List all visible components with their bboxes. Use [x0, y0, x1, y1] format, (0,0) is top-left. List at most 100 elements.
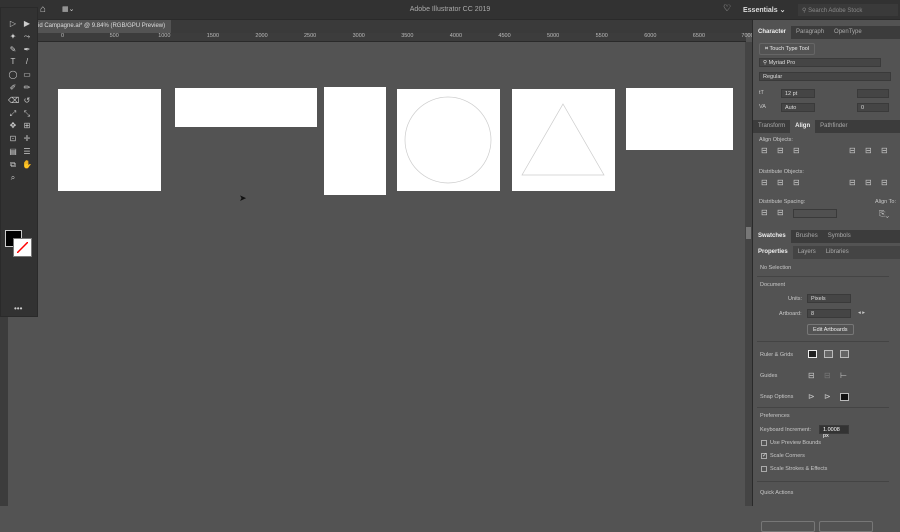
- tool-icon[interactable]: ◯: [8, 70, 18, 80]
- artboard-nav-arrows[interactable]: ◂ ▸: [858, 310, 865, 316]
- tab-paragraph[interactable]: Paragraph: [791, 26, 829, 39]
- tool-icon[interactable]: ✋: [22, 160, 32, 170]
- snap-to-point-icon[interactable]: ⊳: [808, 392, 815, 401]
- artboard-5[interactable]: [512, 89, 615, 191]
- tool-icon[interactable]: ✦: [8, 32, 18, 42]
- ruler-tick-label: 4500: [498, 33, 511, 39]
- artboard-4[interactable]: [397, 89, 500, 191]
- font-size-field[interactable]: 12 pt: [781, 89, 815, 98]
- keyboard-increment-field[interactable]: 1.0008 px: [819, 425, 849, 439]
- tab-character[interactable]: Character: [753, 26, 792, 39]
- align-button-icon[interactable]: ⊟: [777, 178, 784, 187]
- smart-guides-icon[interactable]: ⊢: [840, 371, 847, 380]
- tool-icon[interactable]: ✐: [8, 83, 18, 93]
- lightbulb-icon[interactable]: ♡: [723, 3, 731, 14]
- tool-icon[interactable]: ↺: [22, 96, 32, 106]
- artboard-select[interactable]: 8: [807, 309, 851, 318]
- tool-icon[interactable]: ⊞: [22, 121, 32, 131]
- units-select[interactable]: Pixels: [807, 294, 851, 303]
- tool-icon[interactable]: ⌕: [8, 173, 18, 183]
- tab-pathfinder[interactable]: Pathfinder: [815, 120, 852, 133]
- font-family-select[interactable]: ⚲ Myriad Pro: [759, 58, 881, 67]
- align-button-icon[interactable]: ⊟: [881, 178, 888, 187]
- guides-show-icon[interactable]: ⊟: [808, 371, 815, 380]
- keyboard-increment-value: 1.0008 px: [823, 427, 840, 439]
- artboard-2[interactable]: [175, 88, 317, 127]
- spacing-field[interactable]: [793, 209, 837, 218]
- snap-to-grid-icon[interactable]: ⊳: [824, 392, 831, 401]
- rulers-toggle-icon[interactable]: [808, 350, 817, 358]
- font-style-select[interactable]: Regular: [759, 72, 891, 81]
- tool-icon[interactable]: ▷: [8, 19, 18, 29]
- tab-brushes[interactable]: Brushes: [791, 230, 823, 243]
- align-button-icon[interactable]: ⊟: [761, 178, 768, 187]
- tab-layers[interactable]: Layers: [793, 246, 821, 259]
- tool-icon[interactable]: ⤢: [8, 109, 18, 119]
- tool-icon[interactable]: T: [8, 57, 18, 67]
- tool-icon[interactable]: ⤡: [22, 109, 32, 119]
- more-tools-icon[interactable]: •••: [14, 304, 22, 313]
- guides-lock-icon[interactable]: ⊟: [824, 371, 831, 380]
- triangle-shape[interactable]: [512, 89, 615, 191]
- align-button-icon[interactable]: ⊟: [777, 208, 784, 217]
- tool-icon[interactable]: /: [22, 57, 32, 67]
- align-button-icon[interactable]: ⊟: [777, 146, 784, 155]
- quick-action-button[interactable]: [819, 521, 873, 532]
- tool-icon[interactable]: ☰: [22, 147, 32, 157]
- edit-artboards-button[interactable]: Edit Artboards: [807, 324, 854, 335]
- tool-icon[interactable]: ✎: [8, 45, 18, 55]
- artboard-1[interactable]: [58, 89, 161, 191]
- kerning-field[interactable]: Auto: [781, 103, 815, 112]
- tool-icon[interactable]: ▭: [22, 70, 32, 80]
- pixel-grid-toggle-icon[interactable]: [840, 350, 849, 358]
- tool-icon[interactable]: ✥: [8, 121, 18, 131]
- tracking-field[interactable]: 0: [857, 103, 889, 112]
- home-icon[interactable]: ⌂: [40, 4, 46, 15]
- tab-swatches[interactable]: Swatches: [753, 230, 791, 243]
- align-button-icon[interactable]: ⊟: [865, 146, 872, 155]
- scale-corners-checkbox[interactable]: ✓: [761, 453, 767, 459]
- tool-icon[interactable]: ✛: [22, 134, 32, 144]
- document-tab[interactable]: id Campagne.ai* @ 9.84% (RGB/GPU Preview…: [38, 20, 172, 33]
- tool-icon[interactable]: ⊡: [8, 134, 18, 144]
- leading-field[interactable]: [857, 89, 889, 98]
- stock-search-input[interactable]: ⚲ Search Adobe Stock: [798, 4, 898, 16]
- artboard-6[interactable]: [626, 88, 733, 150]
- tool-icon[interactable]: ▤: [8, 147, 18, 157]
- align-button-icon[interactable]: ⊟: [849, 178, 856, 187]
- horizontal-ruler[interactable]: 0 500 1000 1500 2000 2500 3000 3500 4000 4500 5000…: [38, 33, 754, 42]
- tab-properties[interactable]: Properties: [753, 246, 793, 259]
- align-button-icon[interactable]: ⊟: [761, 146, 768, 155]
- use-preview-bounds-checkbox[interactable]: [761, 440, 767, 446]
- align-button-icon[interactable]: ⊟: [793, 178, 800, 187]
- grid-toggle-icon[interactable]: [824, 350, 833, 358]
- align-button-icon[interactable]: ⊟: [761, 208, 768, 217]
- align-button-icon[interactable]: ⊟: [849, 146, 856, 155]
- arrange-documents-icon[interactable]: ▦⌄: [62, 5, 74, 13]
- stroke-swatch[interactable]: [13, 238, 32, 257]
- tool-icon[interactable]: ✒: [22, 45, 32, 55]
- tab-symbols[interactable]: Symbols: [823, 230, 856, 243]
- quick-action-button[interactable]: [761, 521, 815, 532]
- tab-opentype[interactable]: OpenType: [829, 26, 867, 39]
- circle-shape[interactable]: [397, 89, 500, 191]
- tab-transform[interactable]: Transform: [753, 120, 790, 133]
- tool-icon[interactable]: ✏: [22, 83, 32, 93]
- tab-libraries[interactable]: Libraries: [821, 246, 854, 259]
- tool-icon[interactable]: ⤳: [22, 32, 32, 42]
- touch-type-tool-button[interactable]: ⌗ Touch Type Tool: [759, 43, 816, 55]
- tool-icon[interactable]: ⌫: [8, 96, 19, 106]
- snap-to-pixel-icon[interactable]: [840, 393, 849, 401]
- align-to-selection-icon[interactable]: ⎘⌄: [879, 209, 889, 219]
- scale-strokes-checkbox[interactable]: [761, 466, 767, 472]
- vertical-scrollbar[interactable]: [745, 42, 752, 506]
- align-button-icon[interactable]: ⊟: [793, 146, 800, 155]
- workspace-switcher[interactable]: Essentials ⌄: [743, 6, 785, 14]
- align-button-icon[interactable]: ⊟: [881, 146, 888, 155]
- artboard-3[interactable]: [324, 87, 386, 195]
- tab-align[interactable]: Align: [790, 120, 816, 133]
- ruler-tick-label: 3000: [352, 33, 365, 39]
- tool-icon[interactable]: ▶: [22, 19, 32, 29]
- tool-icon[interactable]: ⧉: [8, 160, 18, 170]
- align-button-icon[interactable]: ⊟: [865, 178, 872, 187]
